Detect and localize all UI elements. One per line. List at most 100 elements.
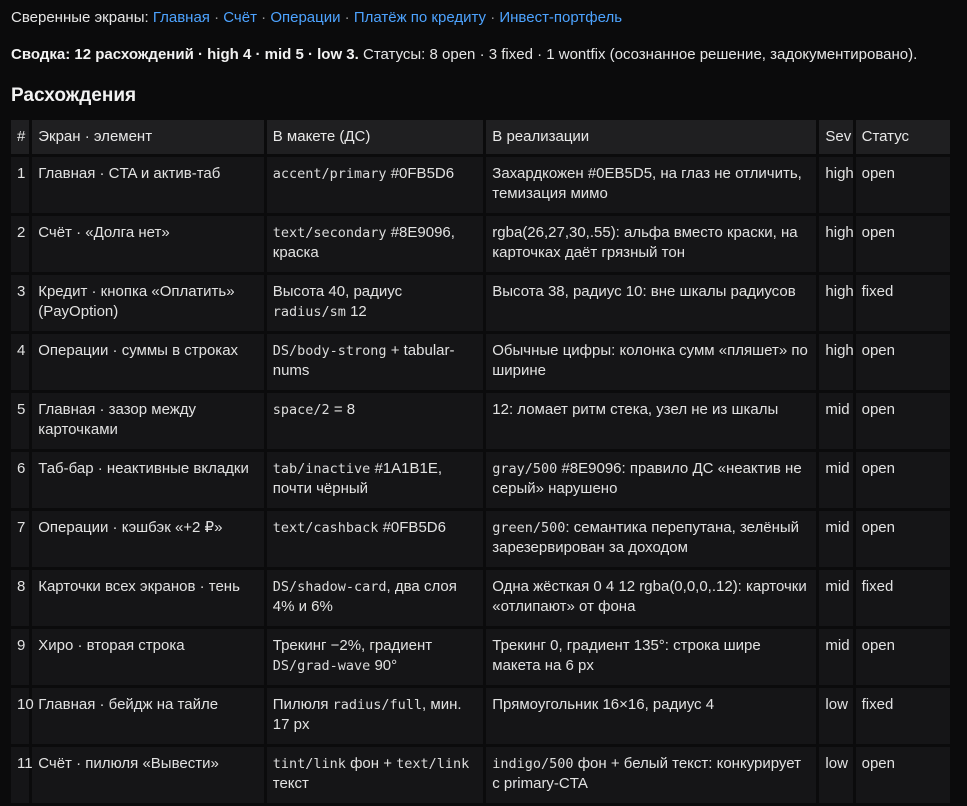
table-row: 11 Счёт · пилюля «Вывести» tint/link фон +… [11,746,950,803]
row-screen-element: Хиро · вторая строка [32,628,264,685]
row-severity: high [819,156,854,213]
row-in-implementation: Высота 38, радиус 10: вне шкалы радиусов [486,274,817,331]
row-in-design: tint/link фон + text/link текст [266,746,484,803]
row-in-design: text/secondary #8E9096, краска [266,215,484,272]
screen-link[interactable]: Главная [153,9,210,26]
table-row: 8 Карточки всех экранов · тень DS/shadow-c… [11,569,950,626]
row-in-implementation: Трекинг 0, градиент 135°: строка шире ма… [486,628,817,685]
table-row: 5 Главная · зазор между карточками space/2… [11,392,950,449]
row-number: 3 [11,274,30,331]
reconciled-screens-label: Сверенные экраны: [11,9,149,26]
summary-line: Сводка: 12 расхождений · high 4 · mid 5 … [11,45,956,65]
row-in-implementation: rgba(26,27,30,.55): альфа вместо краски,… [486,215,817,272]
screen-link[interactable]: Инвест-портфель [499,9,622,26]
token-name: text/link [396,755,470,772]
row-in-design: tab/inactive #1A1B1E, почти чёрный [266,451,484,508]
row-screen-element: Таб-бар · неактивные вкладки [32,451,264,508]
token-name: gray/500 [492,460,558,477]
row-screen-element: Карточки всех экранов · тень [32,569,264,626]
row-number: 5 [11,392,30,449]
token-name: green/500 [492,519,566,536]
row-status: open [855,510,950,567]
token-name: text/secondary [272,224,387,241]
nav-separator: · [344,9,350,26]
summary-lead: Сводка: 12 расхождений · high 4 · mid 5 … [11,46,359,63]
screen-link[interactable]: Счёт [223,9,257,26]
table-row: 3 Кредит · кнопка «Оплатить» (PayOption) В… [11,274,950,331]
nav-separator: · [214,9,220,26]
row-severity: mid [819,510,853,567]
row-status: open [855,215,950,272]
cell-text: Высота 38, радиус 10: вне шкалы радиусов [492,282,796,300]
row-in-design: accent/primary #0FB5D6 [266,156,484,213]
row-number: 4 [11,333,30,390]
header-in-implementation: В реализации [486,120,817,154]
row-in-implementation: green/500: семантика перепутана, зелёный… [486,510,817,567]
cell-text: #0FB5D6 [378,518,446,536]
cell-text: фон + [345,754,397,772]
row-status: open [855,333,950,390]
row-severity: mid [819,392,853,449]
reconciled-screens-line: Сверенные экраны: Главная · Счёт · Опера… [11,7,956,29]
row-in-implementation: 12: ломает ритм стека, узел не из шкалы [486,392,817,449]
row-in-implementation: Прямоугольник 16×16, радиус 4 [486,687,817,744]
row-number: 2 [11,215,30,272]
cell-text: rgba(26,27,30,.55): альфа вместо краски,… [492,223,798,262]
cell-text: = 8 [329,400,356,418]
row-severity: high [819,333,854,390]
row-number: 8 [11,569,30,626]
row-severity: high [819,215,854,272]
cell-text: Захардкожен #0EB5D5, на глаз не отличить… [492,164,802,203]
cell-text: Трекинг 0, градиент 135°: строка шире ма… [492,636,761,675]
token-name: text/cashback [272,519,379,536]
row-in-implementation: gray/500 #8E9096: правило ДС «неактив не… [486,451,817,508]
screen-link[interactable]: Платёж по кредиту [354,9,486,26]
row-in-design: text/cashback #0FB5D6 [266,510,484,567]
row-status: open [855,628,950,685]
section-title: Расхождения [11,85,137,106]
row-number: 9 [11,628,30,685]
row-screen-element: Счёт · пилюля «Вывести» [32,746,264,803]
header-in-design: В макете (ДС) [266,120,484,154]
token-name: tint/link [272,755,346,772]
summary-statuses: Статусы: 8 open · 3 fixed · 1 wontfix (о… [362,46,918,63]
row-in-design: space/2 = 8 [266,392,484,449]
row-in-design: DS/shadow-card, два слоя 4% и 6% [266,569,484,626]
row-status: fixed [855,569,950,626]
header-screen-element: Экран · элемент [32,120,264,154]
cell-text: Высота 40, радиус [272,282,403,300]
token-name: radius/sm [272,304,346,320]
token-name: DS/shadow-card [272,578,387,595]
cell-text: Трекинг −2%, градиент [272,636,433,654]
cell-text: Пилюля [272,695,333,713]
token-name: indigo/500 [492,755,574,772]
row-severity: mid [819,569,853,626]
header-status: Статус [855,120,950,154]
row-status: fixed [855,274,950,331]
row-status: open [855,156,950,213]
row-status: open [855,746,950,803]
token-name: radius/full [332,696,423,713]
table-row: 9 Хиро · вторая строка Трекинг −2%, градие… [11,628,950,685]
token-name: accent/primary [272,165,387,182]
cell-text: текст [272,775,309,792]
cell-text: Прямоугольник 16×16, радиус 4 [492,695,715,713]
cell-text: #0FB5D6 [386,164,455,182]
row-number: 1 [11,156,30,213]
row-severity: mid [819,628,853,685]
row-severity: mid [819,451,853,508]
table-row: 6 Таб-бар · неактивные вкладки tab/inactiv… [11,451,950,508]
screen-link[interactable]: Операции [270,9,340,26]
row-in-implementation: indigo/500 фон + белый текст: конкурируе… [486,746,817,803]
row-screen-element: Операции · кэшбэк «+2 ₽» [32,510,264,567]
cell-text: 12: ломает ритм стека, узел не из шкалы [492,400,779,418]
row-status: open [855,451,950,508]
row-number: 7 [11,510,30,567]
table-row: 2 Счёт · «Долга нет» text/secondary #8E909… [11,215,950,272]
cell-text: Одна жёсткая 0 4 12 rgba(0,0,0,.12): кар… [492,577,807,616]
header-number: # [11,120,30,154]
row-in-design: Трекинг −2%, градиент DS/grad-wave 90° [266,628,484,685]
row-screen-element: Кредит · кнопка «Оплатить» (PayOption) [32,274,264,331]
row-severity: low [819,746,853,803]
nav-separator: · [261,9,267,26]
